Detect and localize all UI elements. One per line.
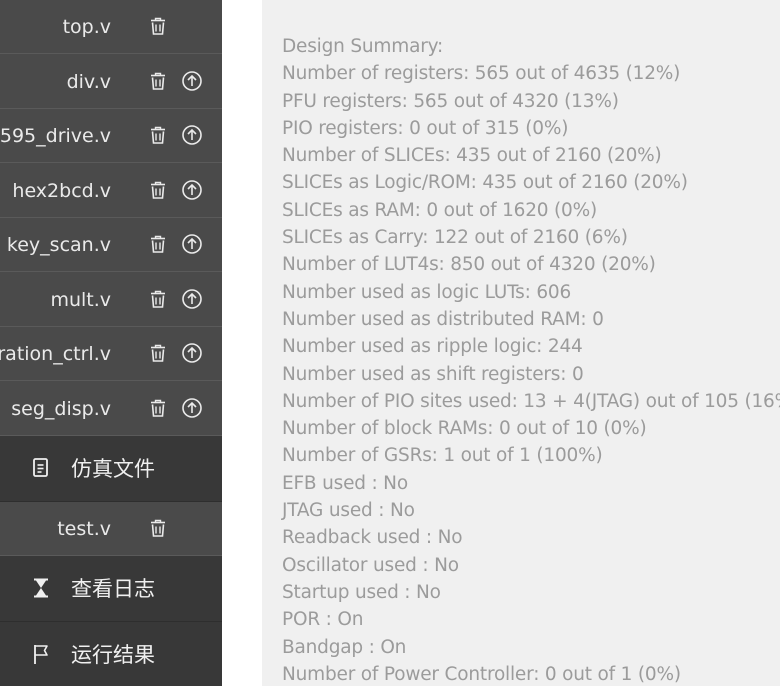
summary-line: SLICEs as Carry: 122 out of 2160 (6%): [282, 227, 628, 249]
summary-line: EFB used : No: [282, 472, 408, 494]
upload-icon[interactable]: [181, 70, 203, 92]
summary-line: Design Summary:: [282, 36, 444, 57]
summary-line: SLICEs as RAM: 0 out of 1620 (0%): [282, 199, 598, 221]
simulation-files-section[interactable]: 仿真文件: [0, 436, 222, 502]
summary-line: Number of block RAMs: 0 out of 10 (0%): [282, 418, 647, 440]
file-name: mult.v: [50, 288, 111, 311]
summary-line: Number of LUT4s: 850 out of 4320 (20%): [282, 254, 656, 276]
run-result-section[interactable]: 运行结果: [0, 622, 222, 686]
file-name: hex2bcd.v: [12, 179, 111, 202]
summary-line: Number of PIO sites used: 13 + 4(JTAG) o…: [282, 390, 780, 412]
summary-line: Number of Power Controller: 0 out of 1 (…: [282, 663, 681, 685]
file-name: test.v: [57, 518, 111, 540]
section-label: 运行结果: [71, 643, 155, 667]
design-summary-list: Design Summary: Number of registers: 565 …: [282, 33, 780, 686]
summary-line: Number used as distributed RAM: 0: [282, 308, 604, 330]
summary-line: Number of GSRs: 1 out of 1 (100%): [282, 445, 603, 467]
summary-line: Readback used : No: [282, 527, 463, 549]
summary-line: Number used as ripple logic: 244: [282, 336, 583, 358]
trash-icon[interactable]: [147, 517, 169, 539]
upload-icon[interactable]: [181, 397, 203, 419]
file-item[interactable]: top.v: [0, 0, 222, 54]
summary-line: PIO registers: 0 out of 315 (0%): [282, 117, 569, 139]
trash-icon[interactable]: [147, 179, 169, 201]
upload-icon[interactable]: [181, 233, 203, 255]
file-name: div.v: [66, 70, 111, 93]
summary-line: Number of SLICEs: 435 out of 2160 (20%): [282, 145, 662, 167]
section-label: 查看日志: [71, 577, 155, 601]
upload-icon[interactable]: [181, 179, 203, 201]
summary-line: Number used as logic LUTs: 606: [282, 281, 572, 303]
summary-line: PFU registers: 565 out of 4320 (13%): [282, 90, 619, 112]
file-item[interactable]: seg_disp.v: [0, 381, 222, 436]
file-item[interactable]: test.v: [0, 502, 222, 556]
file-item[interactable]: hc595_drive.v: [0, 109, 222, 163]
summary-line: Startup used : No: [282, 581, 441, 603]
divider-gap: [222, 0, 262, 686]
file-name: operation_ctrl.v: [0, 343, 111, 365]
summary-line: Number used as shift registers: 0: [282, 363, 584, 385]
file-name: top.v: [62, 16, 111, 38]
file-item[interactable]: operation_ctrl.v: [0, 327, 222, 381]
trash-icon[interactable]: [147, 397, 169, 419]
summary-line: Oscillator used : No: [282, 554, 459, 576]
trash-icon[interactable]: [147, 342, 169, 364]
trash-icon[interactable]: [147, 288, 169, 310]
trash-icon[interactable]: [147, 15, 169, 37]
file-name: seg_disp.v: [11, 397, 111, 420]
summary-line: Bandgap : On: [282, 636, 407, 658]
file-item[interactable]: hex2bcd.v: [0, 163, 222, 218]
design-summary-panel: Design Summary: Number of registers: 565 …: [262, 0, 780, 686]
upload-icon[interactable]: [181, 288, 203, 310]
file-item[interactable]: mult.v: [0, 272, 222, 327]
flag-icon: [30, 642, 52, 666]
upload-icon[interactable]: [181, 342, 203, 364]
upload-icon[interactable]: [181, 124, 203, 146]
hourglass-icon: [30, 576, 52, 600]
file-name: hc595_drive.v: [0, 125, 111, 147]
file-name: key_scan.v: [6, 234, 111, 256]
document-icon: [30, 456, 52, 480]
trash-icon[interactable]: [147, 124, 169, 146]
summary-line: JTAG used : No: [282, 500, 415, 522]
summary-line: Number of registers: 565 out of 4635 (12…: [282, 63, 681, 85]
trash-icon[interactable]: [147, 233, 169, 255]
summary-line: POR : On: [282, 609, 364, 631]
sidebar: top.v div.v hc595_drive.v hex2bcd.v key_scan…: [0, 0, 222, 686]
file-item[interactable]: div.v: [0, 54, 222, 109]
section-label: 仿真文件: [71, 457, 155, 481]
trash-icon[interactable]: [147, 70, 169, 92]
summary-line: SLICEs as Logic/ROM: 435 out of 2160 (20…: [282, 172, 688, 194]
view-log-section[interactable]: 查看日志: [0, 556, 222, 622]
file-item[interactable]: key_scan.v: [0, 218, 222, 272]
